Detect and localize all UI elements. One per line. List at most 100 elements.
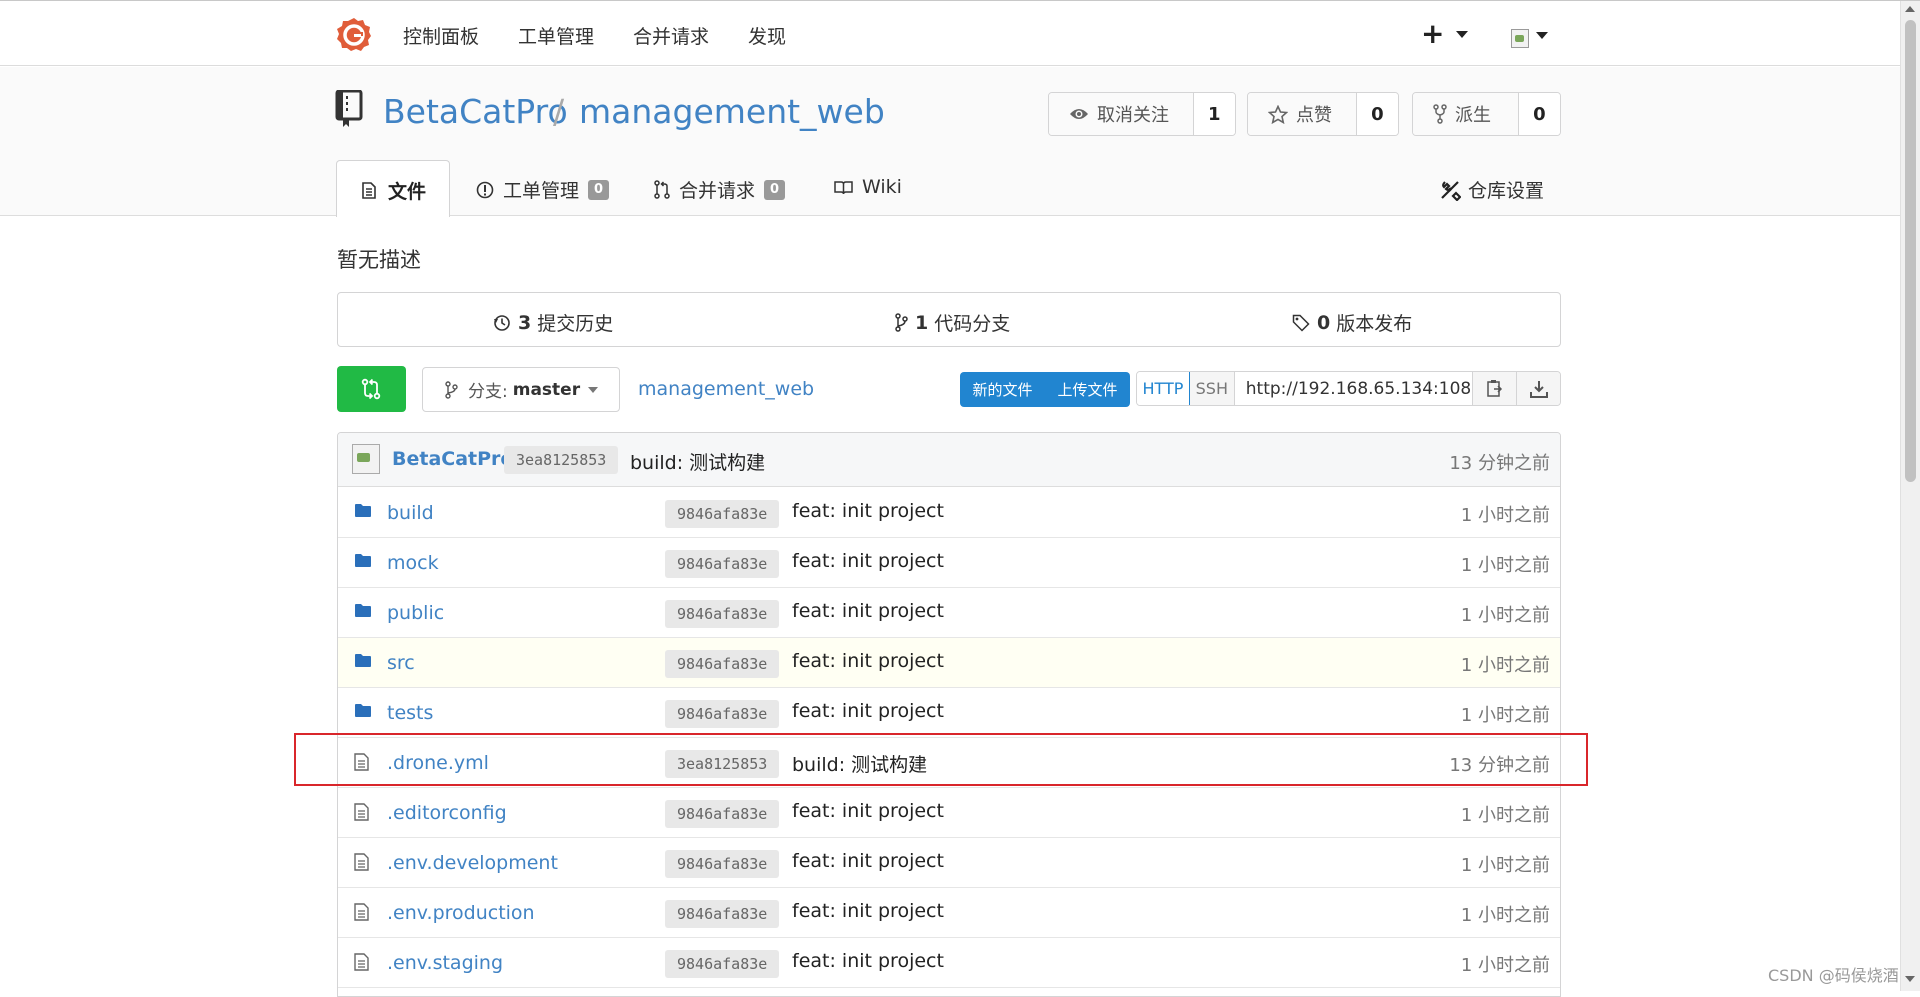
tab-issues[interactable]: 工单管理 0: [476, 176, 610, 203]
folder-icon: [354, 603, 372, 622]
file-name-link[interactable]: build: [387, 502, 434, 524]
star-button[interactable]: 点赞 0: [1247, 92, 1399, 136]
clone-panel: HTTP SSH http://192.168.65.134:10880/Bet…: [1136, 371, 1561, 406]
branch-dropdown[interactable]: 分支: master: [422, 367, 620, 412]
tools-icon: [1441, 180, 1461, 201]
repo-settings-link[interactable]: 仓库设置: [1439, 176, 1544, 203]
clone-http-button[interactable]: HTTP: [1137, 372, 1190, 405]
user-avatar[interactable]: [1511, 29, 1529, 48]
file-commit-sha[interactable]: 9846afa83e: [665, 900, 780, 928]
file-commit-message[interactable]: feat: init project: [792, 650, 944, 672]
file-name-link[interactable]: src: [387, 652, 415, 674]
repo-name-link[interactable]: management_web: [579, 92, 885, 131]
star-label-area[interactable]: 点赞: [1248, 93, 1357, 135]
file-commit-sha[interactable]: 9846afa83e: [665, 550, 780, 578]
chevron-down-icon[interactable]: [1456, 31, 1468, 38]
file-commit-message[interactable]: feat: init project: [792, 600, 944, 622]
file-commit-message[interactable]: feat: init project: [792, 800, 944, 822]
nav-dashboard[interactable]: 控制面板: [403, 22, 479, 49]
clipboard-icon: [1487, 380, 1503, 397]
file-commit-time: 1 小时之前: [1460, 855, 1550, 876]
file-name-link[interactable]: .env.staging: [387, 952, 503, 974]
tab-wiki[interactable]: Wiki: [834, 176, 902, 198]
commit-author-link[interactable]: BetaCatPro: [392, 448, 513, 470]
commit-author-avatar[interactable]: [352, 444, 380, 474]
repo-book-icon: [335, 90, 363, 127]
repo-stats-bar: 3 提交历史 1 代码分支 0 版本发布: [337, 292, 1561, 347]
new-file-button[interactable]: 新的文件: [960, 372, 1045, 407]
upload-file-button[interactable]: 上传文件: [1045, 372, 1130, 407]
tag-icon: [1292, 314, 1310, 332]
nav-explore[interactable]: 发现: [748, 22, 786, 49]
file-commit-sha[interactable]: 9846afa83e: [665, 950, 780, 978]
file-text-icon: [354, 853, 369, 871]
fork-label-area[interactable]: 派生: [1413, 93, 1519, 135]
clone-ssh-button[interactable]: SSH: [1189, 372, 1235, 405]
file-commit-sha[interactable]: 9846afa83e: [665, 600, 780, 628]
file-commit-message[interactable]: feat: init project: [792, 500, 944, 522]
file-name-link[interactable]: public: [387, 602, 444, 624]
repo-owner-link[interactable]: BetaCatPro: [383, 92, 568, 131]
file-name-link[interactable]: .env.production: [387, 902, 535, 924]
fork-count[interactable]: 0: [1518, 93, 1560, 135]
file-commit-message[interactable]: feat: init project: [792, 700, 944, 722]
tab-pulls[interactable]: 合并请求 0: [654, 176, 786, 203]
file-commit-message[interactable]: feat: init project: [792, 950, 944, 972]
file-commit-message[interactable]: feat: init project: [792, 550, 944, 572]
file-commit-sha[interactable]: 9846afa83e: [665, 800, 780, 828]
eye-icon: [1070, 109, 1088, 119]
file-commit-sha[interactable]: 9846afa83e: [665, 500, 780, 528]
star-count[interactable]: 0: [1356, 93, 1398, 135]
file-commit-sha[interactable]: 9846afa83e: [665, 650, 780, 678]
commit-sha-link[interactable]: 3ea8125853: [504, 446, 619, 474]
file-commit-time: 1 小时之前: [1460, 605, 1550, 626]
file-commit-sha[interactable]: 9846afa83e: [665, 700, 780, 728]
clone-url-input[interactable]: http://192.168.65.134:10880/BetaCatPro/m…: [1234, 372, 1473, 405]
compare-button[interactable]: [337, 366, 406, 412]
compare-icon: [361, 378, 381, 400]
watch-button[interactable]: 取消关注 1: [1048, 92, 1236, 136]
fork-button[interactable]: 派生 0: [1412, 92, 1561, 136]
nav-pulls[interactable]: 合并请求: [633, 22, 709, 49]
file-text-icon: [354, 953, 369, 971]
watch-label-area[interactable]: 取消关注: [1049, 93, 1194, 135]
releases-stat[interactable]: 0 版本发布: [1292, 309, 1412, 336]
nav-issues[interactable]: 工单管理: [518, 22, 594, 49]
file-text-icon: [354, 903, 369, 921]
gogs-logo-icon[interactable]: [336, 17, 372, 53]
create-new-button[interactable]: +: [1421, 17, 1444, 50]
tab-files-label[interactable]: 文件: [362, 177, 426, 204]
download-button[interactable]: [1516, 372, 1560, 405]
file-name-link[interactable]: tests: [387, 702, 433, 724]
scroll-down-arrow-icon[interactable]: [1905, 976, 1915, 982]
file-row: .env.development 9846afa83e feat: init pro…: [338, 838, 1560, 888]
branches-stat[interactable]: 1 代码分支: [895, 309, 1010, 336]
commits-label: 提交历史: [537, 313, 614, 335]
file-icon: [354, 953, 369, 975]
file-commit-time: 1 小时之前: [1460, 955, 1550, 976]
scrollbar-thumb[interactable]: [1905, 20, 1916, 482]
top-navbar: 控制面板 工单管理 合并请求 发现 +: [0, 1, 1900, 66]
file-row: tests 9846afa83e feat: init project 1 小时之前: [338, 688, 1560, 738]
file-commit-message[interactable]: feat: init project: [792, 900, 944, 922]
folder-icon: [354, 553, 372, 572]
breadcrumb-repo-root[interactable]: management_web: [638, 378, 814, 400]
chevron-down-icon[interactable]: [1536, 32, 1548, 39]
scroll-up-arrow-icon[interactable]: [1905, 6, 1915, 12]
watch-label: 取消关注: [1097, 105, 1169, 126]
file-row: .editorconfig 9846afa83e feat: init projec…: [338, 788, 1560, 838]
file-row: src 9846afa83e feat: init project 1 小时之前: [338, 638, 1560, 688]
annotation-highlight-box: [294, 733, 1588, 786]
commits-stat[interactable]: 3 提交历史: [493, 309, 613, 336]
file-commit-message[interactable]: feat: init project: [792, 850, 944, 872]
file-name-link[interactable]: .env.development: [387, 852, 558, 874]
watch-count[interactable]: 1: [1193, 93, 1235, 135]
tab-issues-label: 工单管理: [503, 180, 580, 202]
file-name-link[interactable]: .editorconfig: [387, 802, 507, 824]
file-commit-sha[interactable]: 9846afa83e: [665, 850, 780, 878]
folder-icon: [355, 704, 371, 717]
file-name-link[interactable]: mock: [387, 552, 439, 574]
copy-url-button[interactable]: [1472, 372, 1517, 405]
file-text-icon: [362, 182, 376, 199]
fork-label: 派生: [1455, 105, 1491, 126]
